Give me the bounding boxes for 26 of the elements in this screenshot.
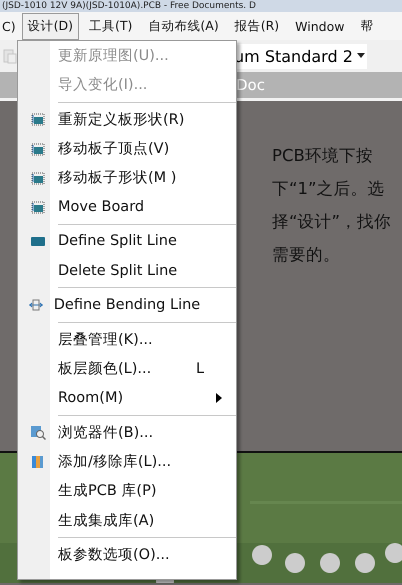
menu-item[interactable]: 添加/移除库(L)... <box>18 446 236 476</box>
menu-item[interactable]: 板层颜色(L)... L <box>18 354 236 384</box>
menu-bar-item[interactable]: Window <box>289 14 350 38</box>
menu-item[interactable]: 重新定义板形状(R) <box>18 104 236 134</box>
menu-bar-item[interactable]: 工具(T) <box>83 12 138 40</box>
menu-bar-item[interactable]: 帮 <box>354 12 380 40</box>
menu-item[interactable]: 移动板子形状(M ) <box>18 163 236 192</box>
menu-item[interactable]: 移动板子顶点(V) <box>18 134 236 164</box>
menu-item[interactable]: 板参数选项(O)... <box>18 540 236 570</box>
menu-item[interactable]: Define Bending Line <box>18 290 236 320</box>
menu-item[interactable]: Define Split Line <box>18 226 236 256</box>
menu-item[interactable]: 生成PCB 库(P) <box>18 476 236 506</box>
menu-bar-item[interactable]: 报告(R) <box>228 12 286 40</box>
caret-icon <box>356 53 365 59</box>
menu-item[interactable]: 层叠管理(K)... <box>18 324 236 354</box>
menu-bar-item[interactable]: 自动布线(A) <box>142 12 225 40</box>
menu-item[interactable]: Move Board <box>18 192 236 222</box>
menu-bar-item[interactable]: C) <box>0 14 22 38</box>
menu-item[interactable]: 浏览器件(B)... <box>18 418 236 447</box>
paste-icon[interactable] <box>2 48 18 64</box>
menu-bar-item[interactable]: 设计(D) <box>22 12 79 40</box>
window-title: (JSD-1010 12V 9A)(JSD-1010A).PCB - Free Documents. D <box>2 0 256 12</box>
menu-item[interactable]: Delete Split Line <box>18 256 236 286</box>
menu-item[interactable]: 生成集成库(A) <box>18 505 236 535</box>
note-text: PCB环境下按下“1”之后。选择“设计”，找你需要的。 <box>272 145 392 266</box>
menu-item[interactable]: Room(M) <box>18 383 236 413</box>
